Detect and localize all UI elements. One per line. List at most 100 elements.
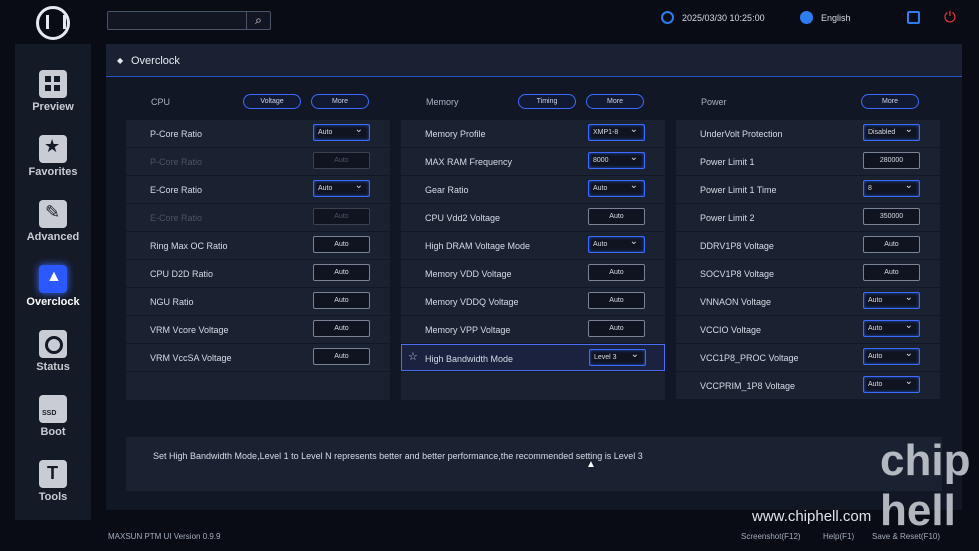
globe-icon [800,11,813,24]
setting-label: VCC1P8_PROC Voltage [700,353,799,363]
sidebar: Preview Favorites Advanced Overclock Sta… [15,44,91,520]
setting-row[interactable]: VNNAON Voltage Auto [676,288,940,315]
setting-dropdown[interactable]: Auto [863,318,920,337]
power-icon[interactable]: ⏻ [944,10,956,25]
help-button[interactable]: Help(F1) [823,532,854,541]
sidebar-item-status[interactable]: Status [15,316,91,378]
setting-label: E-Core Ratio [150,185,203,195]
screenshot-button[interactable]: Screenshot(F12) [741,532,801,541]
sidebar-item-preview[interactable]: Preview [15,56,91,118]
setting-label: VNNAON Voltage [700,297,772,307]
setting-label: Power Limit 2 [700,213,755,223]
sidebar-item-overclock[interactable]: Overclock [15,251,91,313]
setting-label: CPU Vdd2 Voltage [425,213,501,223]
setting-dropdown[interactable]: Auto [863,374,920,393]
setting-row[interactable]: Gear Ratio Auto [401,176,665,203]
setting-row[interactable]: Memory Profile XMP1-8 [401,120,665,147]
setting-dropdown[interactable]: Auto [588,234,645,253]
more-button[interactable]: More [861,94,919,109]
setting-row[interactable]: MAX RAM Frequency 8000 [401,148,665,175]
setting-row[interactable]: SOCV1P8 Voltage Auto [676,260,940,287]
setting-row[interactable]: Memory VDD Voltage Auto [401,260,665,287]
rocket-icon [39,265,67,293]
setting-label: High DRAM Voltage Mode [425,241,531,251]
voltage-button[interactable]: Voltage [243,94,301,109]
setting-row[interactable]: DDRV1P8 Voltage Auto [676,232,940,259]
setting-row[interactable]: Power Limit 1 280000 [676,148,940,175]
setting-row[interactable]: VCC1P8_PROC Voltage Auto [676,344,940,371]
setting-dropdown[interactable]: Auto [588,178,645,197]
setting-row[interactable]: High DRAM Voltage Mode Auto [401,232,665,259]
save-icon[interactable] [907,11,920,24]
setting-row[interactable]: Memory VPP Voltage Auto [401,316,665,343]
setting-row[interactable]: NGU Ratio Auto [126,288,390,315]
page-header: ◆ Overclock [106,44,962,77]
setting-label: Memory VDD Voltage [425,269,512,279]
setting-input[interactable]: Auto [313,348,370,365]
sidebar-item-advanced[interactable]: Advanced [15,186,91,248]
setting-input[interactable]: Auto [313,264,370,281]
setting-input[interactable]: Auto [863,236,920,253]
setting-dropdown[interactable]: Auto [313,122,370,141]
setting-label: P-Core Ratio [150,157,203,167]
setting-input[interactable]: Auto [313,236,370,253]
setting-dropdown[interactable]: XMP1-8 [588,122,645,141]
favorite-star-icon[interactable]: ☆ [408,350,418,363]
setting-label: NGU Ratio [150,297,194,307]
setting-row[interactable]: UnderVolt Protection Disabled [676,120,940,147]
setting-label: UnderVolt Protection [700,129,783,139]
more-button[interactable]: More [586,94,644,109]
setting-label: VCCIO Voltage [700,325,762,335]
setting-row[interactable]: VCCPRIM_1P8 Voltage Auto [676,372,940,399]
setting-label: Gear Ratio [425,185,469,195]
setting-dropdown[interactable]: Level 3 [589,347,646,366]
setting-row[interactable]: CPU Vdd2 Voltage Auto [401,204,665,231]
setting-dropdown[interactable]: Auto [313,178,370,197]
setting-input[interactable]: 350000 [863,208,920,225]
setting-input[interactable]: Auto [588,264,645,281]
setting-dropdown[interactable]: 8 [863,178,920,197]
setting-row[interactable]: VCCIO Voltage Auto [676,316,940,343]
empty-row [401,372,665,400]
search-input[interactable]: ⌕ [107,11,271,30]
setting-row[interactable]: E-Core Ratio Auto [126,176,390,203]
setting-dropdown[interactable]: Disabled [863,122,920,141]
setting-row[interactable]: Memory VDDQ Voltage Auto [401,288,665,315]
version-text: MAXSUN PTM UI Version 0.9.9 [108,532,221,541]
more-button[interactable]: More [311,94,369,109]
sidebar-item-label: Preview [32,101,74,113]
setting-dropdown[interactable]: 8000 [588,150,645,169]
column-header: Memory Timing More [401,88,665,114]
ssd-icon [39,395,67,423]
setting-input[interactable]: Auto [313,320,370,337]
setting-input[interactable]: 280000 [863,152,920,169]
setting-row[interactable]: Ring Max OC Ratio Auto [126,232,390,259]
sidebar-item-favorites[interactable]: Favorites [15,121,91,183]
setting-label: DDRV1P8 Voltage [700,241,774,251]
language-selector[interactable]: English [800,11,851,24]
setting-dropdown[interactable]: Auto [863,290,920,309]
setting-row-selected[interactable]: ☆ High Bandwidth Mode Level 3 [401,344,665,371]
setting-label: Power Limit 1 Time [700,185,777,195]
timing-button[interactable]: Timing [518,94,576,109]
setting-input[interactable]: Auto [863,264,920,281]
setting-row[interactable]: P-Core Ratio Auto [126,120,390,147]
setting-row[interactable]: CPU D2D Ratio Auto [126,260,390,287]
setting-label: Memory VDDQ Voltage [425,297,519,307]
setting-input[interactable]: Auto [588,208,645,225]
sidebar-item-boot[interactable]: Boot [15,381,91,443]
sidebar-item-label: Favorites [28,166,78,178]
setting-row[interactable]: VRM Vcore Voltage Auto [126,316,390,343]
sidebar-item-tools[interactable]: Tools [15,446,91,508]
setting-row[interactable]: Power Limit 1 Time 8 [676,176,940,203]
setting-input[interactable]: Auto [588,292,645,309]
setting-input[interactable]: Auto [313,292,370,309]
setting-row[interactable]: Power Limit 2 350000 [676,204,940,231]
chiphell-watermark-logo: chip hell [880,436,971,535]
empty-row [126,372,390,400]
setting-input[interactable]: Auto [588,320,645,337]
setting-dropdown[interactable]: Auto [863,346,920,365]
column-header: Power More [676,88,940,114]
search-icon[interactable]: ⌕ [246,12,270,29]
setting-row[interactable]: VRM VccSA Voltage Auto [126,344,390,371]
